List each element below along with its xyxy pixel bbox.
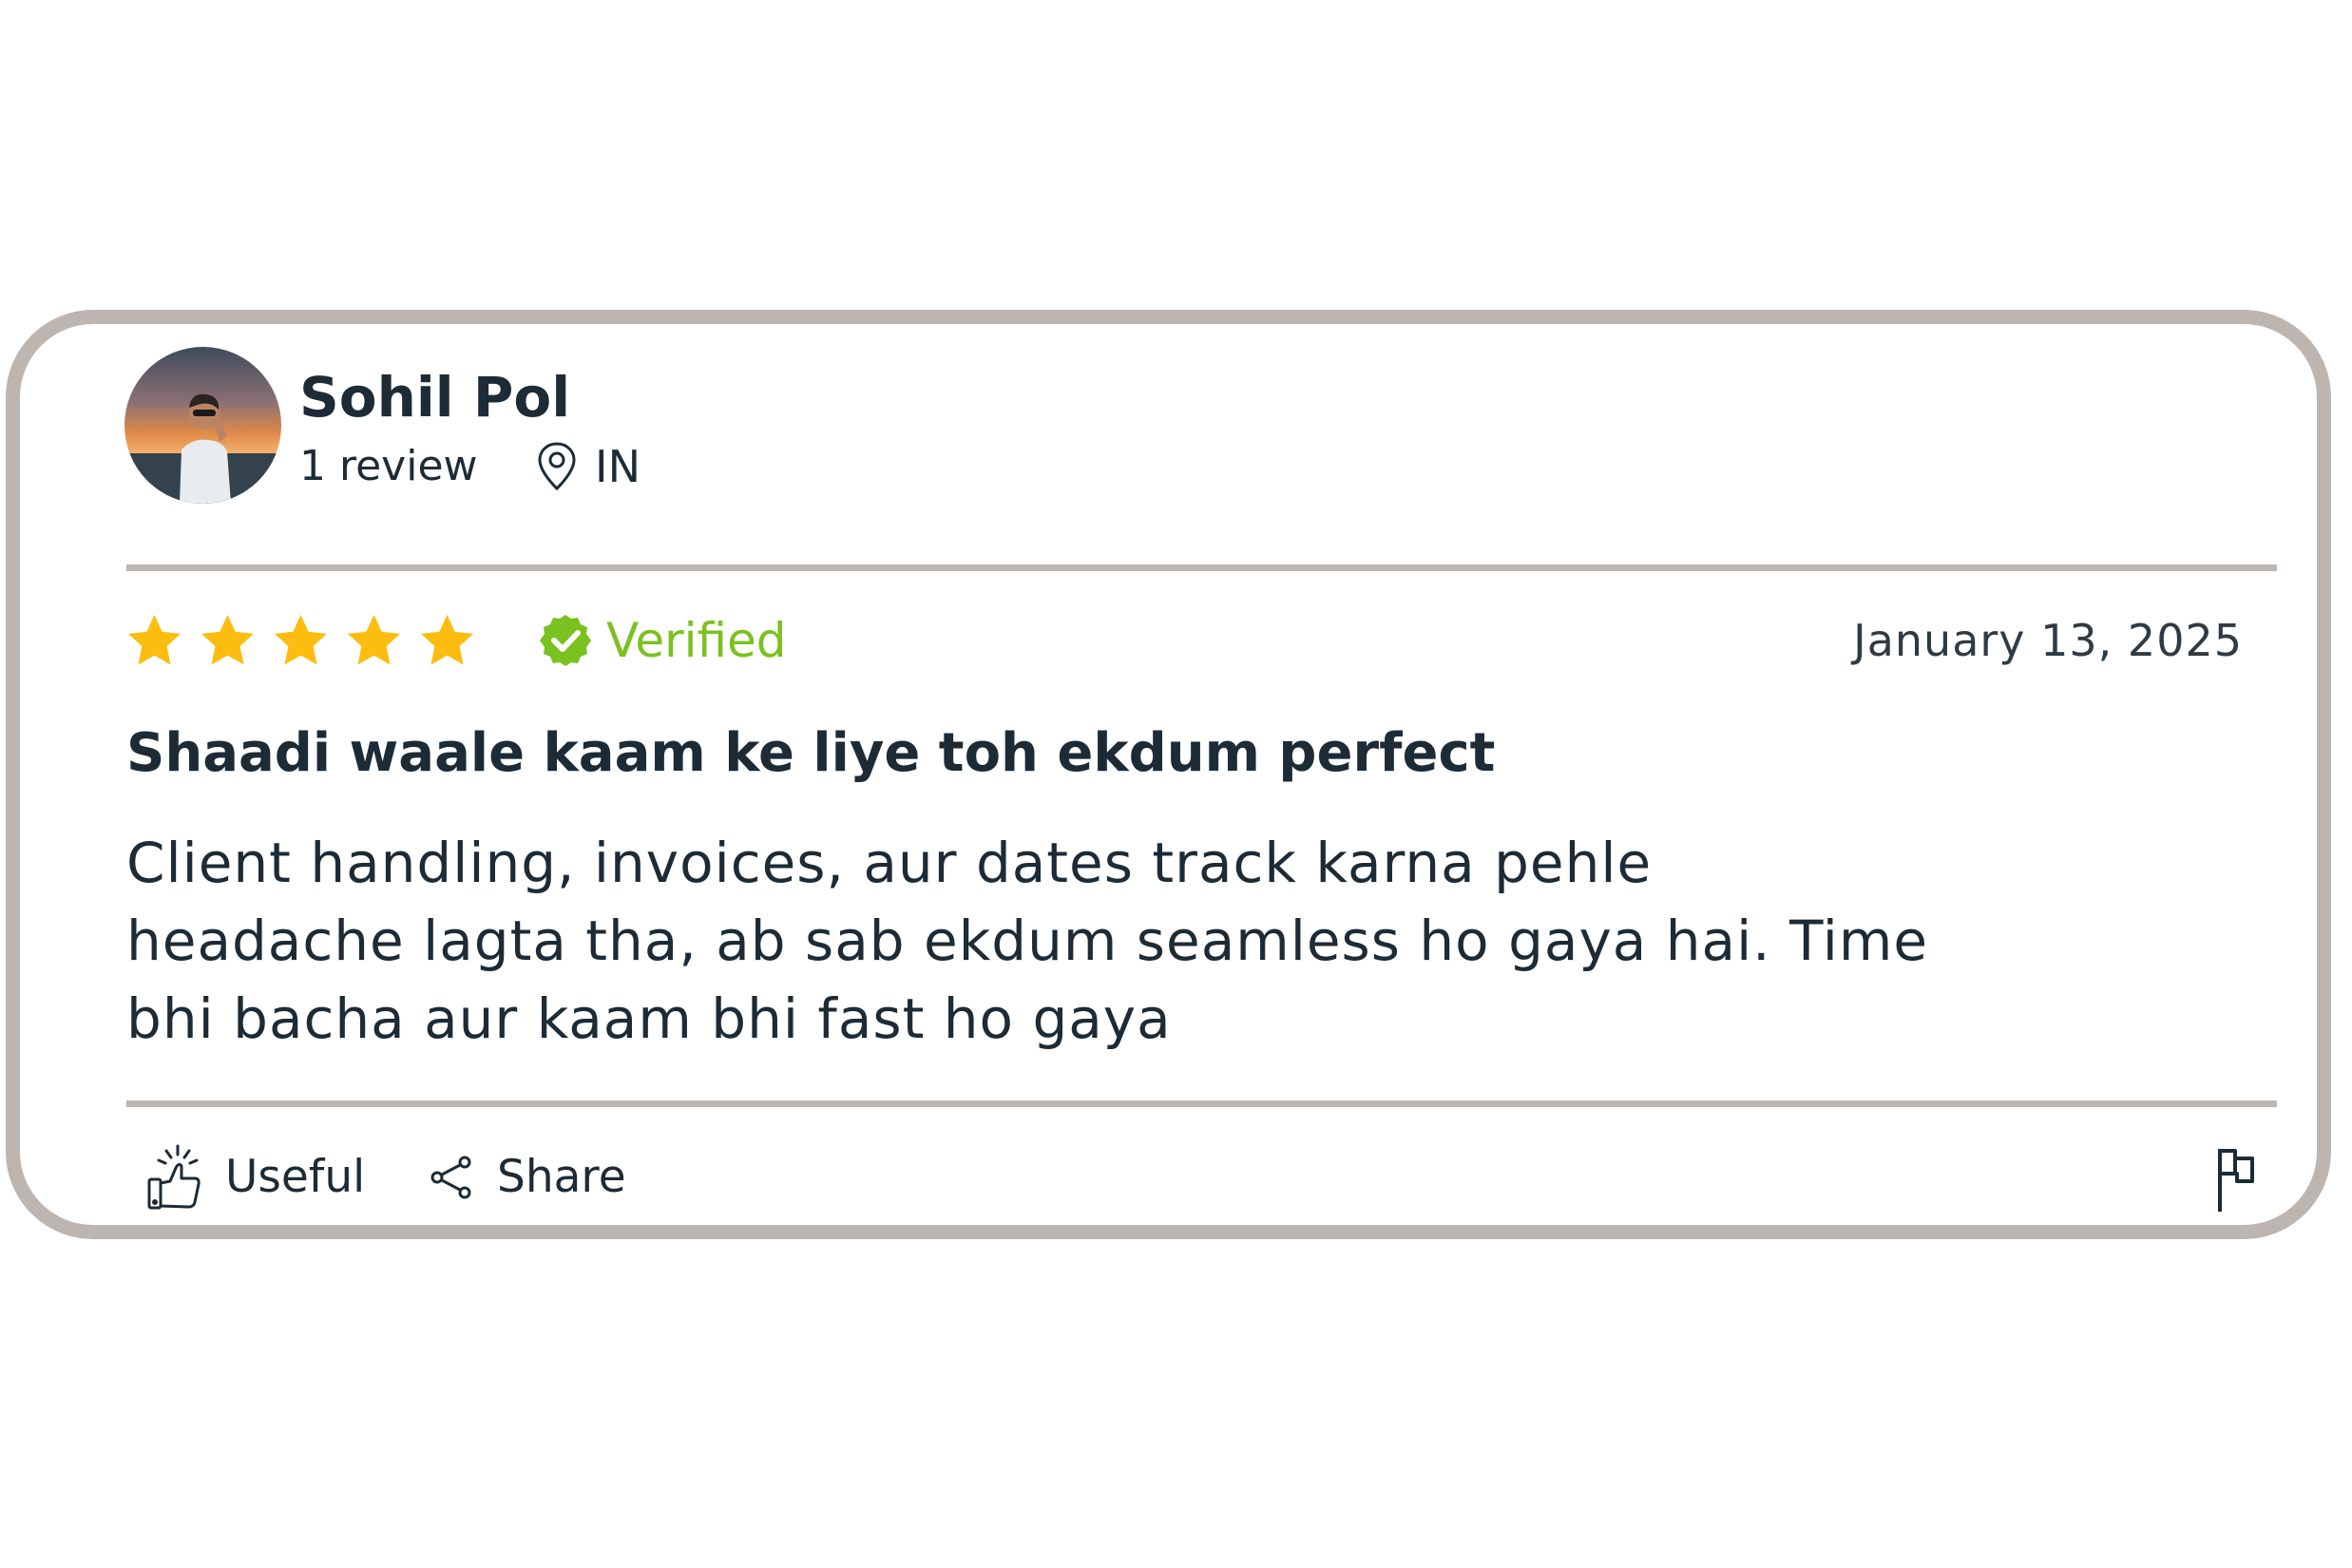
review-body-line: bhi bacha aur kaam bhi fast ho gaya (126, 986, 1172, 1051)
flag-icon (2218, 1149, 2254, 1212)
star-icon (347, 614, 401, 665)
star-rating (124, 611, 477, 671)
star-icon (201, 614, 255, 665)
reviewer-location: IN (536, 438, 641, 495)
useful-label: Useful (225, 1151, 366, 1203)
share-button[interactable]: Share (429, 1139, 626, 1215)
verified-badge: Verified (538, 607, 787, 674)
verified-label: Verified (606, 613, 787, 668)
report-button[interactable] (2214, 1145, 2258, 1214)
review-card: Sohil Pol 1 review IN Verified January 1… (6, 310, 2331, 1239)
review-body: Client handling, invoices, aur dates tra… (126, 824, 2027, 1058)
check-badge-icon (540, 615, 591, 666)
review-count: 1 review (299, 442, 478, 490)
review-title: Shaadi waale kaam ke liye toh ekdum perf… (126, 722, 1496, 784)
footer-divider (126, 1100, 2277, 1107)
star-icon (127, 614, 182, 665)
location-text: IN (595, 441, 641, 492)
star-icon (274, 614, 328, 665)
avatar (124, 347, 281, 504)
reviewer-name: Sohil Pol (299, 365, 571, 430)
thumbs-up-icon (147, 1144, 201, 1210)
useful-button[interactable]: Useful (145, 1139, 365, 1215)
review-body-line: headache lagta tha, ab sab ekdum seamles… (126, 908, 1928, 973)
review-date: January 13, 2025 (1853, 615, 2243, 666)
star-icon (420, 614, 474, 665)
share-icon (430, 1156, 471, 1199)
share-label: Share (497, 1151, 626, 1203)
map-pin-icon (538, 442, 576, 491)
header-divider (126, 564, 2277, 571)
review-body-line: Client handling, invoices, aur dates tra… (126, 831, 1653, 895)
